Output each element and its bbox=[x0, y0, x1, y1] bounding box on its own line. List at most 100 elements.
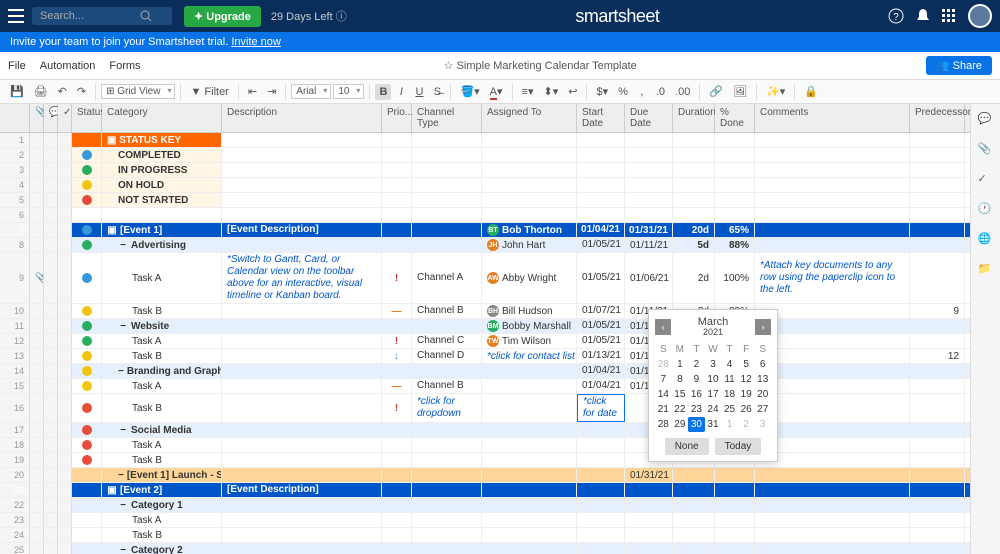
align-left-icon[interactable]: ≡▾ bbox=[518, 83, 538, 100]
cell[interactable] bbox=[412, 319, 482, 333]
cell[interactable]: 12 bbox=[0, 334, 30, 348]
cell[interactable] bbox=[44, 394, 58, 422]
cell[interactable] bbox=[382, 528, 412, 542]
cell[interactable] bbox=[58, 193, 72, 207]
link-icon[interactable]: 🔗 bbox=[705, 83, 727, 100]
menu-file[interactable]: File bbox=[8, 60, 26, 72]
share-button[interactable]: 👥 Share bbox=[926, 56, 992, 75]
dp-day[interactable]: 10 bbox=[705, 372, 722, 387]
cell[interactable]: 15 bbox=[0, 379, 30, 393]
cell[interactable]: 1 bbox=[0, 133, 30, 147]
dp-day[interactable]: 22 bbox=[672, 402, 689, 417]
cell[interactable] bbox=[625, 148, 673, 162]
underline-button[interactable]: U bbox=[411, 84, 427, 100]
cell[interactable] bbox=[715, 193, 755, 207]
dp-day[interactable]: 7 bbox=[655, 372, 672, 387]
cell[interactable] bbox=[44, 483, 58, 497]
col-category[interactable]: Category bbox=[102, 104, 222, 132]
cell[interactable] bbox=[72, 178, 102, 192]
cell[interactable] bbox=[30, 319, 44, 333]
cell[interactable] bbox=[58, 238, 72, 252]
dp-day[interactable]: 26 bbox=[738, 402, 755, 417]
cell[interactable] bbox=[30, 223, 44, 237]
datepicker-today[interactable]: Today bbox=[715, 438, 762, 455]
cell[interactable] bbox=[44, 223, 58, 237]
cell[interactable] bbox=[412, 453, 482, 467]
cell[interactable] bbox=[482, 394, 577, 422]
cell[interactable]: 19 bbox=[0, 453, 30, 467]
cell[interactable] bbox=[755, 163, 910, 177]
cell[interactable]: 9 bbox=[910, 304, 965, 318]
cell[interactable] bbox=[482, 163, 577, 177]
filter-button[interactable]: ▼ Filter bbox=[186, 84, 232, 100]
cell[interactable] bbox=[58, 423, 72, 437]
cell[interactable] bbox=[715, 528, 755, 542]
cell[interactable] bbox=[755, 364, 910, 378]
cell[interactable]: COMPLETED bbox=[102, 148, 222, 162]
bold-button[interactable]: B bbox=[375, 84, 391, 100]
cell[interactable] bbox=[72, 394, 102, 422]
cell[interactable] bbox=[30, 349, 44, 363]
cell[interactable] bbox=[44, 468, 58, 482]
cell[interactable] bbox=[222, 423, 382, 437]
wrap-icon[interactable]: ↩ bbox=[564, 83, 581, 100]
cell[interactable] bbox=[44, 543, 58, 554]
cell[interactable] bbox=[30, 483, 44, 497]
cell[interactable] bbox=[673, 513, 715, 527]
cell[interactable] bbox=[715, 483, 755, 497]
cell[interactable] bbox=[412, 133, 482, 147]
cell[interactable] bbox=[910, 379, 965, 393]
cell[interactable]: Channel C bbox=[412, 334, 482, 348]
cell[interactable] bbox=[755, 133, 910, 147]
cell[interactable] bbox=[44, 349, 58, 363]
cell[interactable] bbox=[44, 513, 58, 527]
cell[interactable] bbox=[30, 543, 44, 554]
cell[interactable] bbox=[58, 438, 72, 452]
view-select[interactable]: ⊞ Grid View bbox=[101, 84, 175, 99]
cell[interactable]: 01/05/21 bbox=[577, 253, 625, 303]
cell[interactable] bbox=[222, 468, 382, 482]
cell[interactable]: 65% bbox=[715, 223, 755, 237]
cell[interactable] bbox=[58, 453, 72, 467]
cell[interactable] bbox=[72, 238, 102, 252]
cell[interactable] bbox=[72, 483, 102, 497]
cell[interactable]: 01/05/21 bbox=[577, 238, 625, 252]
cell[interactable] bbox=[482, 483, 577, 497]
cell[interactable] bbox=[58, 208, 72, 222]
indent-icon[interactable]: ⇥ bbox=[263, 83, 280, 100]
cell[interactable] bbox=[910, 208, 965, 222]
cell[interactable] bbox=[577, 483, 625, 497]
cell[interactable]: 2d bbox=[673, 253, 715, 303]
cell[interactable] bbox=[222, 543, 382, 554]
print-icon[interactable]: 🖨 bbox=[30, 83, 52, 100]
cell[interactable] bbox=[577, 208, 625, 222]
cell[interactable]: Channel A bbox=[412, 253, 482, 303]
cell[interactable] bbox=[910, 513, 965, 527]
cell[interactable] bbox=[673, 133, 715, 147]
col-done[interactable]: % Done bbox=[715, 104, 755, 132]
cell[interactable] bbox=[222, 528, 382, 542]
cell[interactable] bbox=[715, 513, 755, 527]
dp-day[interactable]: 25 bbox=[721, 402, 738, 417]
cell[interactable]: 4 bbox=[0, 178, 30, 192]
cell[interactable]: ▣[Event 1] bbox=[102, 223, 222, 237]
cell[interactable]: 18 bbox=[0, 438, 30, 452]
cell[interactable] bbox=[755, 453, 910, 467]
apps-icon[interactable] bbox=[942, 9, 956, 23]
cell[interactable] bbox=[44, 178, 58, 192]
cell[interactable]: 22 bbox=[0, 498, 30, 512]
cell[interactable]: TWTim Wilson bbox=[482, 334, 577, 348]
cell[interactable] bbox=[382, 364, 412, 378]
cell[interactable] bbox=[482, 543, 577, 554]
italic-button[interactable]: I bbox=[393, 84, 409, 100]
cell[interactable] bbox=[44, 238, 58, 252]
cell[interactable] bbox=[72, 468, 102, 482]
cell[interactable] bbox=[58, 528, 72, 542]
cell[interactable] bbox=[412, 498, 482, 512]
cell[interactable]: 01/05/21 bbox=[577, 319, 625, 333]
cell[interactable] bbox=[755, 304, 910, 318]
cell[interactable] bbox=[222, 238, 382, 252]
cell[interactable]: IN PROGRESS bbox=[102, 163, 222, 177]
cell[interactable] bbox=[910, 148, 965, 162]
cell[interactable] bbox=[910, 163, 965, 177]
